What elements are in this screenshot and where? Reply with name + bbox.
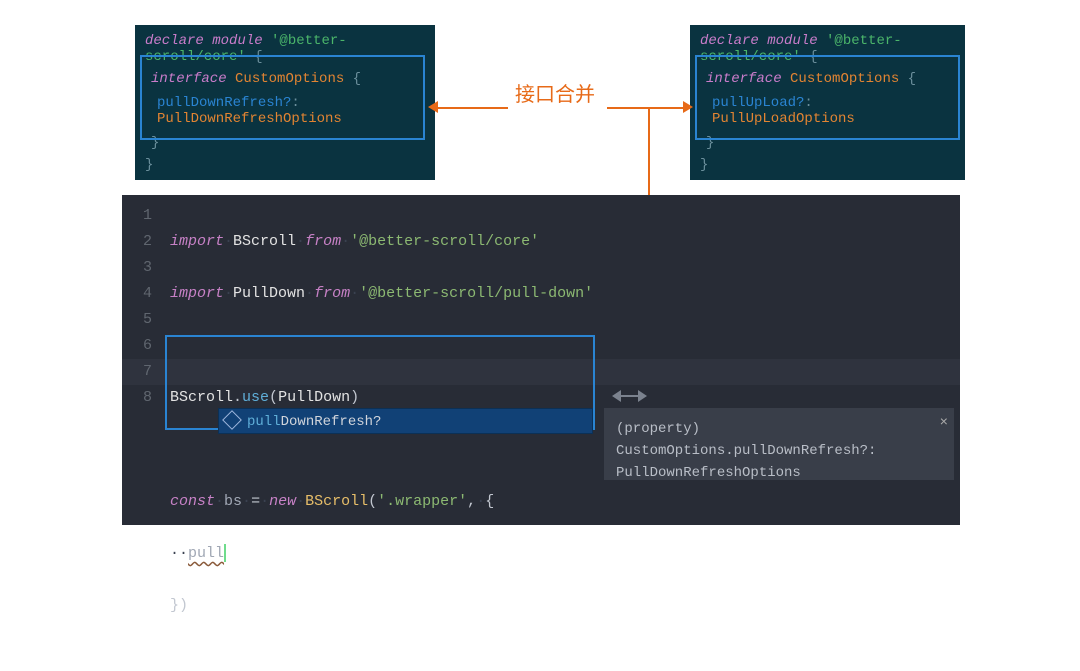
code-content: import·BScroll·from·'@better-scroll/core… xyxy=(170,203,593,671)
autocomplete-popup[interactable]: pullDownRefresh? xyxy=(218,408,593,434)
property-icon xyxy=(222,410,242,430)
text-cursor xyxy=(224,544,226,562)
highlight-box-right xyxy=(695,55,960,140)
autocomplete-rest: DownRefresh? xyxy=(281,414,382,430)
highlight-box-left xyxy=(140,55,425,140)
typed-text: pull xyxy=(188,545,224,562)
arrow-head-right-icon xyxy=(683,101,693,113)
autocomplete-match: pull xyxy=(247,414,281,430)
arrow-merge-left xyxy=(438,107,508,109)
label-interface-merge: 接口合并 xyxy=(515,78,595,107)
arrow-head-left-icon xyxy=(428,101,438,113)
type-tooltip: × (property) CustomOptions.pullDownRefre… xyxy=(604,408,954,480)
tooltip-text: (property) CustomOptions.pullDownRefresh… xyxy=(616,421,876,481)
close-icon[interactable]: × xyxy=(940,412,948,434)
bidirectional-arrow-icon xyxy=(610,386,650,406)
kw-declare: declare module xyxy=(145,33,263,49)
line-number-gutter: 1 2 3 4 5 6 7 8 xyxy=(122,195,162,411)
